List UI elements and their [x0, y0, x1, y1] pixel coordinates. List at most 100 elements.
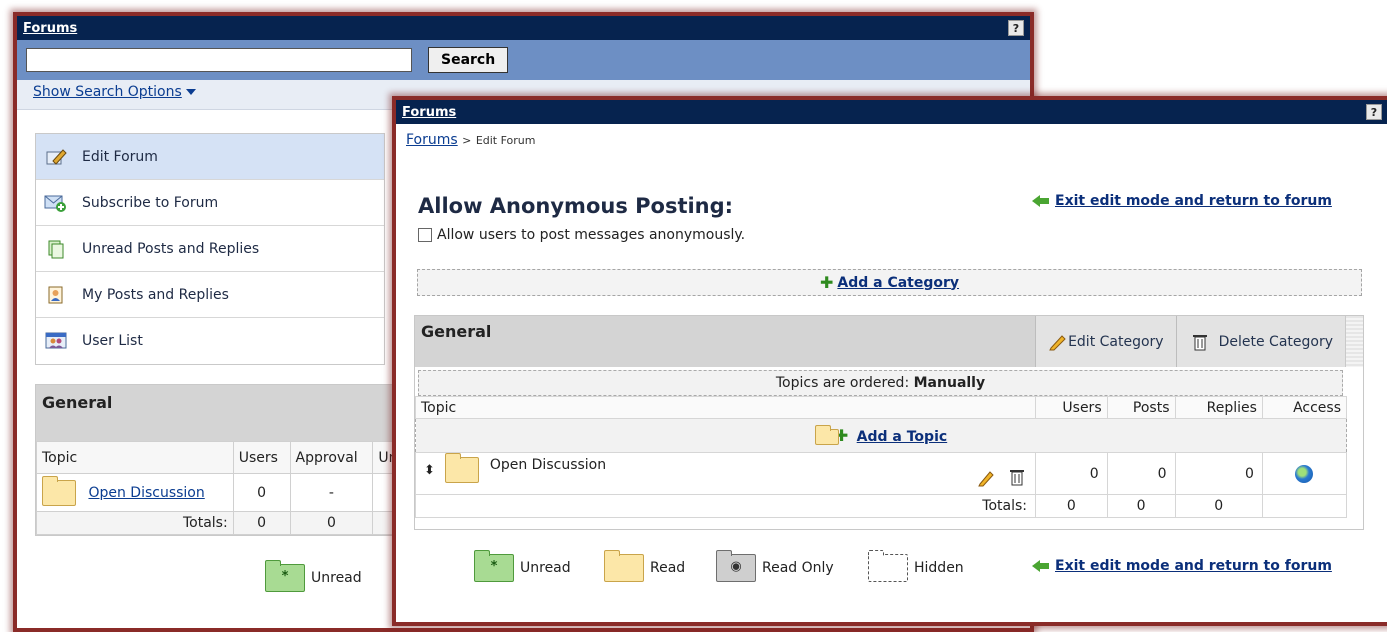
cell-replies: 0 — [1174, 452, 1263, 495]
edit-forum-icon — [44, 146, 68, 168]
legend-unread: * Unread — [474, 550, 571, 582]
cell-approval: - — [289, 473, 374, 512]
legend-read-only: ◉ Read Only — [716, 550, 834, 582]
forums-window-edit: Forums ? Forums > Edit Forum Allow Anony… — [392, 96, 1387, 626]
action-label: Subscribe to Forum — [82, 194, 219, 211]
public-globe-icon[interactable] — [1295, 464, 1314, 483]
add-topic-link[interactable]: Add a Topic — [857, 429, 948, 445]
category-name: General — [36, 385, 414, 441]
forum-actions-list: Edit Forum Subscribe to Forum Unread Pos… — [35, 133, 385, 365]
edit-category-button[interactable]: Edit Category — [1035, 316, 1176, 367]
col-users: Users — [1035, 396, 1108, 419]
delete-category-button[interactable]: Delete Category — [1175, 316, 1345, 367]
exit-edit-mode-link[interactable]: Exit edit mode and return to forum — [1055, 193, 1332, 209]
ordering-value: Manually — [913, 375, 986, 391]
titlebar: Forums ? — [396, 100, 1387, 124]
back-arrow-icon — [1032, 560, 1040, 572]
action-label: Unread Posts and Replies — [82, 240, 260, 257]
read-folder-icon — [42, 475, 76, 506]
legend-unread-back: * Unread — [265, 560, 362, 592]
trash-icon[interactable] — [1007, 467, 1027, 487]
exit-edit-mode-bottom[interactable]: Exit edit mode and return to forum — [1032, 558, 1332, 574]
totals-row: Totals: 0 0 0 — [415, 494, 1348, 518]
action-unread-posts[interactable]: Unread Posts and Replies — [36, 226, 384, 272]
search-input[interactable] — [26, 48, 412, 72]
forums-title-link[interactable]: Forums — [23, 21, 77, 36]
edit-category-label: Edit Category — [1068, 333, 1164, 350]
col-approval: Approval — [289, 441, 374, 474]
add-category-bar[interactable]: ✚ Add a Category — [417, 269, 1362, 296]
action-my-posts[interactable]: My Posts and Replies — [36, 272, 384, 318]
action-edit-forum[interactable]: Edit Forum — [36, 134, 384, 180]
cell-posts: 0 — [1106, 452, 1176, 495]
table-row: Open Discussion 0 - — [36, 473, 414, 512]
category-general-back: General Topic Users Approval Unr Open Di… — [35, 384, 415, 536]
anonymous-checkbox[interactable] — [418, 228, 432, 242]
subscribe-icon — [44, 192, 68, 214]
totals-users: 0 — [232, 511, 291, 535]
action-label: User List — [82, 333, 143, 349]
pencil-icon[interactable] — [977, 469, 995, 487]
topics-table-back: Topic Users Approval Unr Open Discussion… — [36, 441, 414, 535]
vertical-scrollbar[interactable] — [1345, 316, 1363, 367]
legend-hidden: Hidden — [868, 550, 964, 582]
totals-posts: 0 — [1106, 494, 1176, 518]
add-topic-folder-icon — [814, 425, 839, 445]
unread-posts-icon — [44, 238, 68, 260]
action-subscribe-forum[interactable]: Subscribe to Forum — [36, 180, 384, 226]
unread-folder-icon: * — [265, 560, 305, 592]
pencil-icon — [1049, 334, 1066, 350]
legend-label: Read — [650, 560, 686, 576]
topic-ordering: Topics are ordered: Manually — [418, 370, 1343, 396]
col-topic: Topic — [36, 441, 234, 474]
search-button[interactable]: Search — [428, 47, 509, 73]
add-category-link[interactable]: Add a Category — [837, 275, 959, 291]
category-name: General — [421, 322, 492, 341]
search-bar: Search — [17, 40, 1030, 80]
delete-category-label: Delete Category — [1218, 333, 1333, 350]
anonymous-posting-heading: Allow Anonymous Posting: — [418, 194, 734, 218]
exit-edit-mode-top[interactable]: Exit edit mode and return to forum — [1032, 193, 1332, 209]
totals-label: Totals: — [415, 494, 1036, 518]
totals-users: 0 — [1035, 494, 1108, 518]
back-arrow-icon — [1032, 195, 1040, 207]
trash-icon — [1192, 334, 1207, 350]
legend-label: Read Only — [762, 560, 834, 576]
exit-edit-mode-link[interactable]: Exit edit mode and return to forum — [1055, 558, 1332, 574]
breadcrumb-current: Edit Forum — [475, 134, 536, 147]
legend-label: Unread — [520, 560, 571, 576]
action-label: My Posts and Replies — [82, 286, 229, 303]
help-icon[interactable]: ? — [1008, 20, 1024, 36]
anonymous-posting-option[interactable]: Allow users to post messages anonymously… — [418, 227, 745, 243]
totals-label: Totals: — [36, 511, 234, 535]
read-folder-icon — [445, 452, 480, 483]
totals-approval: 0 — [289, 511, 374, 535]
totals-row: Totals: 0 0 — [36, 511, 414, 535]
anonymous-checkbox-label: Allow users to post messages anonymously… — [437, 227, 746, 243]
col-access: Access — [1261, 396, 1348, 419]
forums-title-link[interactable]: Forums — [402, 105, 456, 120]
read-only-folder-icon: ◉ — [716, 550, 756, 582]
action-user-list[interactable]: User List — [36, 318, 384, 364]
read-folder-icon — [604, 550, 644, 582]
col-posts: Posts — [1106, 396, 1176, 419]
totals-replies: 0 — [1174, 494, 1263, 518]
add-topic-row[interactable]: ✚ Add a Topic — [415, 418, 1347, 453]
my-posts-icon — [44, 284, 68, 306]
category-general: General Edit Category Delete Category To… — [414, 315, 1364, 530]
breadcrumb-separator: > — [462, 134, 472, 147]
help-icon[interactable]: ? — [1366, 104, 1382, 120]
user-list-icon — [44, 330, 68, 352]
breadcrumb-forums-link[interactable]: Forums — [406, 132, 458, 148]
move-handle-icon[interactable]: ⬍ — [424, 463, 435, 478]
topic-link[interactable]: Open Discussion — [88, 485, 204, 501]
unread-folder-icon: * — [474, 550, 514, 582]
legend-label: Hidden — [914, 560, 964, 576]
action-label: Edit Forum — [82, 148, 158, 165]
legend-label: Unread — [311, 570, 362, 586]
cell-users: 0 — [232, 473, 291, 512]
table-row: ⬍ Open Discussion 0 0 0 — [415, 452, 1348, 495]
cell-users: 0 — [1035, 452, 1108, 495]
chevron-down-icon[interactable] — [185, 89, 196, 95]
show-search-options-link[interactable]: Show Search Options — [33, 84, 182, 100]
